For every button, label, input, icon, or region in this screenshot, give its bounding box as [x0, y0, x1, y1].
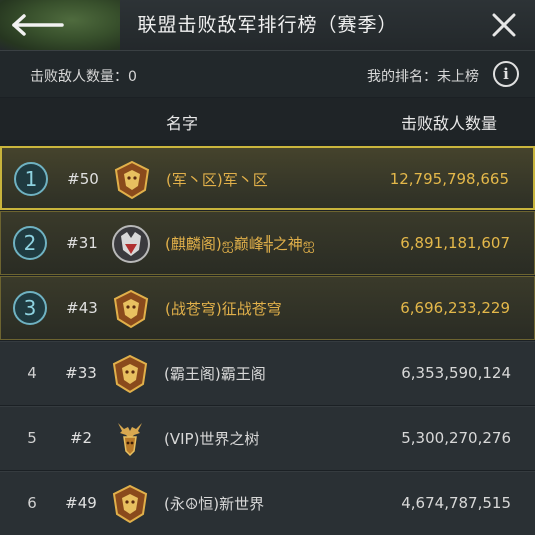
rank-badge: 2	[13, 226, 47, 260]
alliance-name: (麒麟阁)ஐ巅峰╬之神ஐ	[165, 235, 315, 253]
alliance-name: (战苍穹)征战苍穹	[165, 300, 282, 318]
page-title: 联盟击败敌军排行榜（赛季）	[137, 14, 398, 36]
gold-beast-emblem-icon	[113, 289, 149, 329]
stag-emblem-icon	[118, 423, 142, 457]
alliance-server-id: #33	[65, 364, 97, 382]
ranking-row[interactable]: 2 #31 (麒麟阁)ஐ巅峰╬之神ஐ 6,891,181,607	[0, 211, 535, 275]
gold-beast-emblem-icon	[112, 354, 148, 394]
rank-number: 5	[27, 429, 37, 447]
rank-badge: 1	[14, 162, 48, 196]
alliance-name: (霸王阁)霸王阁	[164, 365, 266, 383]
info-icon[interactable]: i	[493, 61, 519, 87]
silver-wolf-emblem-icon	[112, 225, 150, 263]
alliance-name: (永☮恒)新世界	[164, 495, 265, 513]
my-rank-label: 我的排名：未上榜	[367, 69, 479, 85]
rank-number: 4	[27, 364, 37, 382]
ranking-row[interactable]: 1 #50 (军丶区)军丶区 12,795,798,665	[0, 146, 535, 210]
defeated-count: 5,300,270,276	[401, 429, 511, 447]
rank-badge: 3	[13, 291, 47, 325]
ranking-row[interactable]: 4 #33 (霸王阁)霸王阁 6,353,590,124	[0, 341, 535, 405]
alliance-server-id: #43	[66, 299, 98, 317]
alliance-server-id: #31	[66, 234, 98, 252]
defeated-count: 4,674,787,515	[401, 494, 511, 512]
ranking-row[interactable]: 3 #43 (战苍穹)征战苍穹 6,696,233,229	[0, 276, 535, 340]
defeated-count: 6,353,590,124	[401, 364, 511, 382]
column-count-header: 击败敌人数量	[400, 114, 497, 133]
close-icon	[492, 13, 516, 37]
gold-beast-emblem-icon	[114, 160, 150, 200]
ranking-row[interactable]: 6 #49 (永☮恒)新世界 4,674,787,515	[0, 471, 535, 535]
alliance-server-id: #50	[67, 170, 99, 188]
close-button[interactable]	[489, 10, 519, 40]
header-bar: 联盟击败敌军排行榜（赛季）	[0, 0, 535, 51]
defeated-count: 12,795,798,665	[389, 170, 509, 188]
info-bar: 击败敌人数量：0 我的排名：未上榜 i	[0, 51, 535, 97]
column-header: 名字 击败敌人数量	[0, 98, 535, 140]
gold-beast-emblem-icon	[112, 484, 148, 524]
alliance-name: (VIP)世界之树	[164, 430, 260, 448]
ranking-row[interactable]: 5 #2 (VIP)世界之树 5,300,270,276	[0, 406, 535, 470]
column-name-header: 名字	[166, 114, 199, 133]
alliance-name: (军丶区)军丶区	[166, 171, 268, 189]
rank-number: 6	[27, 494, 37, 512]
defeated-count: 6,696,233,229	[400, 299, 510, 317]
alliance-server-id: #49	[65, 494, 97, 512]
defeated-count-label: 击败敌人数量：0	[30, 69, 137, 85]
defeated-count: 6,891,181,607	[400, 234, 510, 252]
alliance-server-id: #2	[69, 429, 93, 447]
